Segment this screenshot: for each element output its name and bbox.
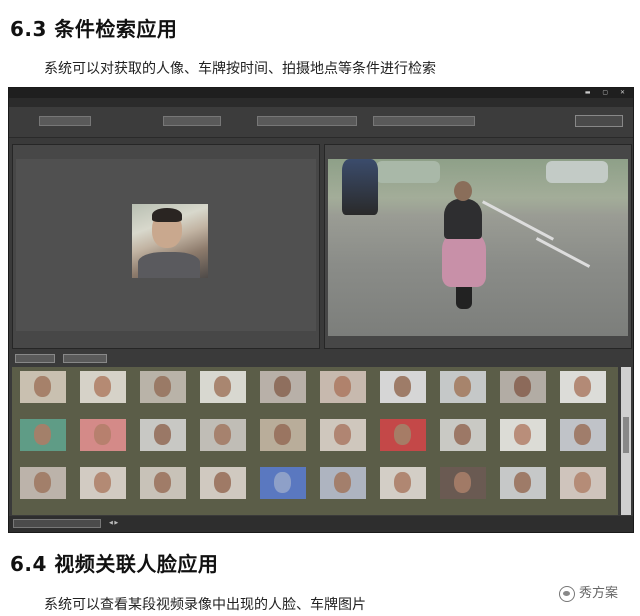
face-image-panel — [12, 144, 320, 349]
face-thumbnail[interactable] — [560, 467, 606, 499]
list-button-2[interactable] — [63, 354, 107, 363]
face-thumbnail[interactable] — [440, 371, 486, 403]
face-photo — [132, 204, 208, 278]
face-thumbnail[interactable] — [20, 419, 66, 451]
bottom-bar: ◀ ▶ — [9, 516, 633, 532]
scene-photo — [328, 159, 628, 336]
face-thumbnail[interactable] — [320, 419, 366, 451]
face-thumbnail[interactable] — [440, 467, 486, 499]
face-thumbnail[interactable] — [80, 467, 126, 499]
face-thumbnail[interactable] — [80, 419, 126, 451]
menu-bar — [9, 98, 633, 107]
face-thumbnail[interactable] — [140, 371, 186, 403]
app-screenshot-window: ▬ ▢ ✕ ◀ ▶ — [8, 87, 634, 533]
window-titlebar: ▬ ▢ ✕ — [9, 88, 633, 98]
section-heading-6-3: 6.3 条件检索应用 — [10, 17, 178, 41]
face-thumbnail[interactable] — [500, 371, 546, 403]
filter-field-start-time[interactable] — [257, 116, 357, 126]
section-heading-6-4: 6.4 视频关联人脸应用 — [10, 552, 219, 576]
face-thumbnail[interactable] — [560, 419, 606, 451]
face-thumbnail[interactable] — [380, 371, 426, 403]
scooter-rider — [434, 181, 492, 309]
face-thumbnail[interactable] — [380, 467, 426, 499]
watermark-text: 秀方案 — [578, 586, 618, 601]
filter-field-end-time[interactable] — [373, 116, 475, 126]
face-thumbnail[interactable] — [200, 419, 246, 451]
face-thumbnail[interactable] — [320, 371, 366, 403]
face-thumbnail[interactable] — [560, 371, 606, 403]
face-thumbnail[interactable] — [260, 419, 306, 451]
face-thumbnail[interactable] — [380, 419, 426, 451]
face-image-area — [16, 159, 316, 331]
face-thumbnail[interactable] — [500, 467, 546, 499]
page-select[interactable] — [13, 519, 101, 528]
face-thumbnail[interactable] — [140, 467, 186, 499]
watermark: 秀方案 — [558, 582, 618, 602]
section-paragraph-6-3: 系统可以对获取的人像、车牌按时间、拍摄地点等条件进行检索 — [44, 61, 436, 77]
face-thumbnail[interactable] — [200, 467, 246, 499]
face-thumbnail[interactable] — [80, 371, 126, 403]
scene-image-panel — [324, 144, 632, 349]
search-toolbar — [9, 107, 633, 138]
filter-field-1[interactable] — [39, 116, 91, 126]
face-thumbnail[interactable] — [20, 371, 66, 403]
section-paragraph-6-4: 系统可以查看某段视频录像中出现的人脸、车牌图片 — [44, 597, 366, 613]
face-thumbnail[interactable] — [140, 419, 186, 451]
face-thumbnail[interactable] — [320, 467, 366, 499]
face-thumbnail[interactable] — [500, 419, 546, 451]
wechat-icon — [558, 585, 575, 602]
window-controls-icon: ▬ ▢ ✕ — [584, 89, 630, 96]
face-thumbnail[interactable] — [260, 371, 306, 403]
search-button[interactable] — [575, 115, 623, 127]
face-thumbnail[interactable] — [200, 371, 246, 403]
scrollbar-knob[interactable] — [623, 417, 629, 453]
face-thumbnail-grid — [12, 367, 618, 515]
face-thumbnail[interactable] — [260, 467, 306, 499]
filter-field-2[interactable] — [163, 116, 221, 126]
thumbnail-scrollbar[interactable] — [621, 367, 631, 515]
page-nav-icon[interactable]: ◀ ▶ — [109, 520, 118, 526]
face-thumbnail[interactable] — [440, 419, 486, 451]
list-button-1[interactable] — [15, 354, 55, 363]
face-thumbnail[interactable] — [20, 467, 66, 499]
